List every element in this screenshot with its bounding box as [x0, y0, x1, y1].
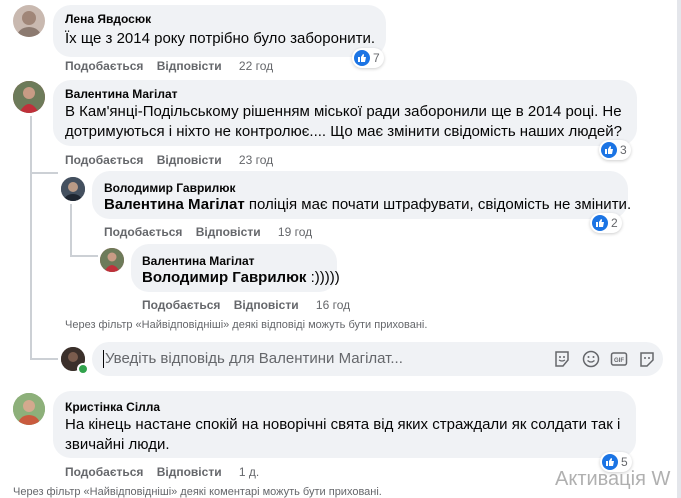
reply-button[interactable]: Відповісти: [234, 298, 299, 312]
reply-button[interactable]: Відповісти: [157, 153, 222, 167]
reply-actions: Подобається Відповісти 19 год: [104, 225, 312, 239]
mention-link[interactable]: Володимир Гаврилюк: [142, 269, 306, 286]
reply-actions: Подобається Відповісти 16 год: [142, 298, 350, 312]
reply-author[interactable]: Володимир Гаврилюк: [104, 181, 236, 195]
mention-link[interactable]: Валентина Магілат: [104, 196, 245, 213]
avatar-sticker-icon[interactable]: [638, 350, 656, 368]
comments-filter-note: Через фільтр «Найвідповідніші» деякі ком…: [13, 486, 382, 498]
timestamp[interactable]: 16 год: [316, 298, 350, 312]
reaction-count: 3: [620, 143, 627, 157]
avatar-photo: [61, 177, 85, 201]
like-icon: [592, 215, 608, 231]
reaction-summary[interactable]: 2: [590, 213, 622, 233]
replies-filter-note: Через фільтр «Найвідповідніші» деякі від…: [65, 319, 428, 331]
reply-text: Володимир Гаврилюк :))))): [142, 268, 340, 288]
comment-text: На кінець настане спокій на новорічні св…: [65, 416, 621, 453]
reply-button[interactable]: Відповісти: [196, 225, 261, 239]
like-button[interactable]: Подобається: [142, 298, 220, 312]
comment-text: Їх ще з 2014 року потрібно було заборони…: [65, 30, 376, 47]
reply-author[interactable]: Валентина Магілат: [142, 254, 255, 268]
reaction-summary[interactable]: 3: [599, 140, 631, 160]
thread-branch: [30, 358, 58, 360]
reaction-count: 5: [621, 455, 628, 469]
comment-author[interactable]: Лена Явдосюк: [65, 12, 151, 26]
reply-body: :))))): [306, 269, 340, 286]
comment-text: В Кам'янці-Подільському рішенням міської…: [65, 103, 622, 140]
thread-line: [70, 204, 72, 256]
timestamp[interactable]: 19 год: [278, 225, 312, 239]
avatar[interactable]: [100, 248, 124, 272]
thread-line: [30, 116, 32, 359]
like-button[interactable]: Подобається: [65, 59, 143, 73]
text-cursor: [103, 350, 104, 368]
avatar[interactable]: [61, 177, 85, 201]
avatar-photo: [100, 248, 124, 272]
avatar[interactable]: [13, 81, 45, 113]
timestamp[interactable]: 1 д.: [239, 465, 259, 479]
reply-text: Валентина Магілат поліція має почати штр…: [104, 195, 631, 215]
like-icon: [601, 142, 617, 158]
timestamp[interactable]: 22 год: [239, 59, 273, 73]
emoji-icon[interactable]: [582, 350, 600, 368]
comment-actions: Подобається Відповісти 22 год: [65, 59, 273, 73]
thread-branch: [30, 172, 58, 174]
avatar-photo: [13, 393, 45, 425]
like-icon: [354, 50, 370, 66]
reply-body: поліція має почати штрафувати, свідоміст…: [244, 196, 632, 213]
comment-actions: Подобається Відповісти 1 д.: [65, 465, 259, 479]
comment-actions: Подобається Відповісти 23 год: [65, 153, 273, 167]
reply-input-placeholder[interactable]: Уведіть відповідь для Валентини Магілат.…: [105, 350, 403, 367]
comment-author[interactable]: Кристінка Сілла: [65, 400, 160, 414]
reaction-count: 7: [373, 51, 380, 65]
avatar-photo: [17, 11, 41, 37]
reaction-summary[interactable]: 7: [352, 48, 384, 68]
thread-branch: [70, 255, 98, 257]
timestamp[interactable]: 23 год: [239, 153, 273, 167]
like-button[interactable]: Подобається: [65, 153, 143, 167]
scrollbar-track[interactable]: [677, 0, 681, 498]
reply-button[interactable]: Відповісти: [157, 465, 222, 479]
svg-text:GIF: GIF: [614, 358, 624, 364]
comment-author[interactable]: Валентина Магілат: [65, 87, 178, 101]
reaction-count: 2: [611, 216, 618, 230]
activation-watermark: Активація W: [555, 468, 671, 490]
avatar[interactable]: [13, 5, 45, 37]
online-status-dot: [77, 363, 89, 375]
reply-button[interactable]: Відповісти: [157, 59, 222, 73]
like-button[interactable]: Подобається: [104, 225, 182, 239]
avatar-photo: [13, 81, 45, 113]
like-button[interactable]: Подобається: [65, 465, 143, 479]
avatar[interactable]: [13, 393, 45, 425]
gif-icon[interactable]: GIF: [610, 350, 628, 368]
sticker-icon[interactable]: [553, 350, 571, 368]
